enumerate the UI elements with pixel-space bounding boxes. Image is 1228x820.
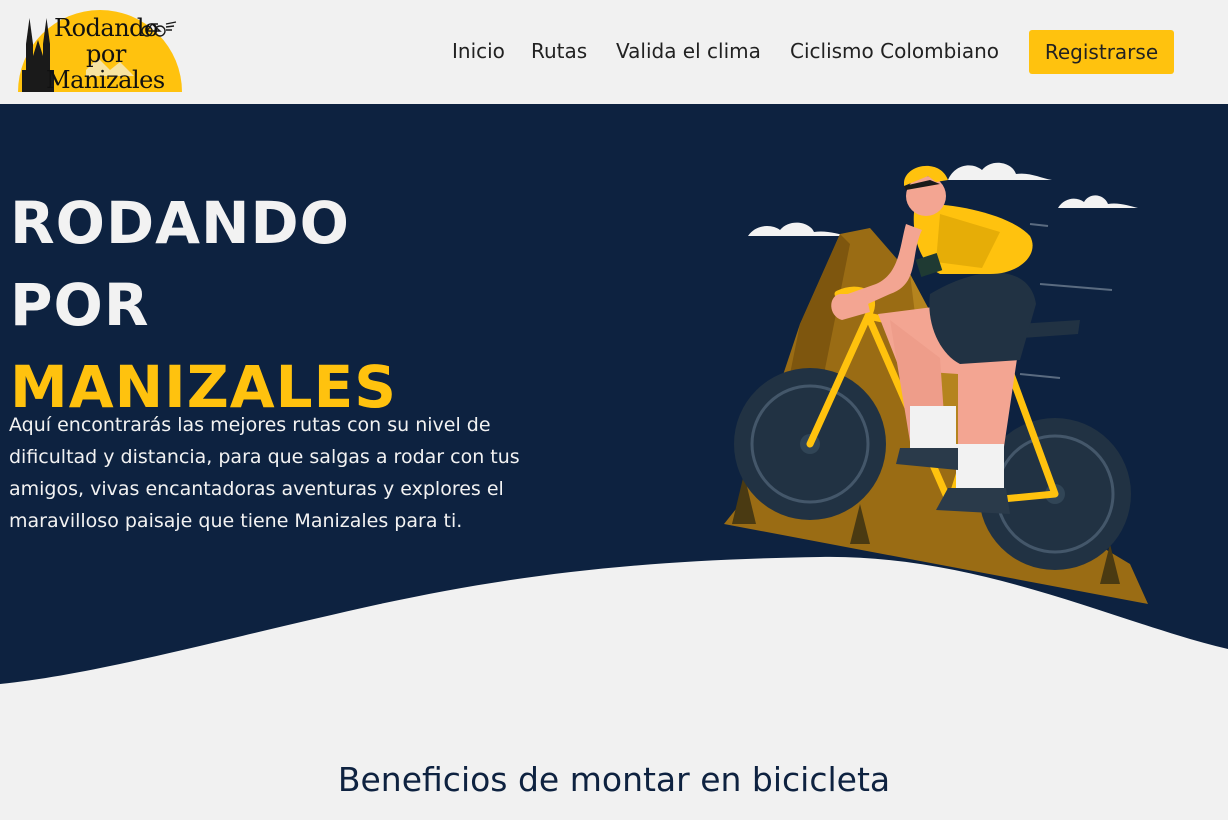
nav-link-valida-el-clima[interactable]: Valida el clima: [616, 39, 761, 63]
register-button[interactable]: Registrarse: [1029, 30, 1174, 74]
hero-title-line2: POR: [10, 271, 150, 339]
site-logo[interactable]: Rodando por Manizales: [16, 10, 184, 94]
cyclist-illustration: [724, 162, 1148, 604]
hero-title: RODANDO POR MANIZALES: [10, 182, 397, 428]
benefits-title: Beneficios de montar en bicicleta: [337, 760, 891, 799]
hero-description: Aquí encontrarás las mejores rutas con s…: [9, 414, 520, 532]
nav-link-ciclismo-colombiano[interactable]: Ciclismo Colombiano: [790, 39, 999, 63]
nav-link-rutas[interactable]: Rutas: [531, 39, 587, 63]
logo-text-line2: por: [86, 40, 126, 68]
logo-text-line1: Rodando: [54, 14, 158, 42]
nav-link-inicio[interactable]: Inicio: [452, 39, 505, 63]
main-nav: Inicio Rutas Valida el clima Ciclismo Co…: [440, 30, 1180, 74]
site-header: Rodando por Manizales Inicio Rutas Valid…: [0, 0, 1228, 104]
hero-title-line1: RODANDO: [10, 189, 350, 257]
hero-section: RODANDO POR MANIZALES Aquí encontrarás l…: [0, 104, 1228, 704]
logo-text-line3: Manizales: [46, 66, 165, 94]
